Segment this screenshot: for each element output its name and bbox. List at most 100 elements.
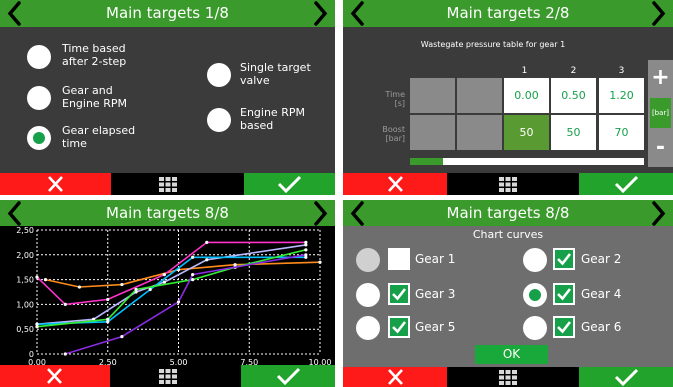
data-point [77,285,82,289]
data-point [162,273,166,277]
decrement-button[interactable]: - [648,132,673,164]
table-cell-time[interactable]: 0.50 [551,78,596,113]
option-label: Gear and Engine RPM [62,84,127,110]
x-icon [48,176,63,192]
column-header: 3 [618,66,625,76]
radio-button[interactable] [27,45,51,69]
radio-button[interactable] [356,316,380,340]
data-point [318,260,322,264]
confirm-button[interactable] [244,173,335,195]
radio-button-selected[interactable] [523,283,547,307]
data-point [162,280,166,284]
data-point [191,255,195,259]
y-tick-label: 2,00 [16,251,34,260]
section-title: Chart curves [472,228,544,241]
page-title: Main targets 1/8 [106,4,229,22]
column-header: 1 [521,66,528,76]
chevron-right-icon[interactable] [309,0,333,27]
increment-button[interactable]: + [648,62,673,94]
y-tick-label: 1,00 [16,300,34,309]
table-cell-empty[interactable] [457,115,502,150]
side-control: + [bar] - [648,60,673,167]
confirm-button[interactable] [579,173,673,195]
chevron-right-icon[interactable] [647,200,671,227]
grid-icon [158,177,177,192]
data-point [63,352,67,356]
check-icon [614,368,639,387]
chevron-right-icon[interactable] [647,0,671,27]
menu-button[interactable] [497,367,519,387]
checkbox-checked[interactable] [388,283,410,305]
y-tick-label: 1,50 [16,276,34,285]
radio-button[interactable] [27,86,51,110]
data-point [176,300,181,304]
data-point [43,278,48,282]
x-icon [388,176,403,192]
cancel-button[interactable] [0,173,111,195]
radio-button[interactable] [523,316,547,340]
check-icon [392,321,407,334]
radio-button[interactable] [356,283,380,307]
gear-label: Gear 5 [415,320,456,334]
data-point [304,248,308,252]
option-label: Engine RPM based [240,106,305,132]
header-bar: Main targets 2/8 [343,0,673,27]
data-point [304,253,308,257]
chevron-right-icon[interactable] [309,200,333,227]
gear-label: Gear 6 [581,320,622,334]
ok-button[interactable]: OK [475,345,548,364]
table-cell-empty[interactable] [410,115,455,150]
radio-button-disabled[interactable] [356,248,380,272]
data-point [191,273,195,277]
curves-chart: 00,501,001,502,002,500,00 2,50 5,00 7,50 10,… [16,226,331,367]
menu-button[interactable] [157,173,179,195]
panel-main-targets-2: Main targets 2/8 Wastegate pressure tabl… [343,0,673,195]
table-cell-boost-selected[interactable]: 50 [504,115,549,150]
confirm-button[interactable] [579,367,673,387]
checkbox-checked[interactable] [553,283,575,305]
cancel-button[interactable] [343,367,447,387]
table-cell-empty[interactable] [457,78,502,113]
menu-button[interactable] [157,365,179,387]
radio-button[interactable] [523,248,547,272]
option-label: Time based after 2-step [62,42,127,68]
option-label: Gear elapsed time [62,124,136,150]
table-cell-boost[interactable]: 70 [599,115,644,150]
cancel-button[interactable] [0,365,110,387]
header-bar: Main targets 8/8 [0,200,335,226]
table-cell-empty[interactable] [410,78,455,113]
data-point [304,243,308,247]
radio-button[interactable] [207,108,231,132]
cancel-button[interactable] [343,173,447,195]
confirm-button[interactable] [241,365,335,387]
checkbox-unchecked[interactable] [388,248,410,270]
gear-label: Gear 4 [581,287,622,301]
checkbox-checked[interactable] [388,316,410,338]
check-icon [277,175,302,194]
row-label-time: Time [s] [385,90,405,108]
x-icon [47,368,62,384]
data-point [205,258,209,262]
option-label: Single target valve [240,61,311,87]
data-point [106,317,110,321]
table-cell-time[interactable]: 0.00 [504,78,549,113]
check-icon [614,175,639,194]
panel-chart: Main targets 8/8 0 0,50 1,00 1,50 2,00 2,50 0,… [0,200,335,387]
series-line-4 [36,256,306,325]
row-label-boost: Boost [bar] [382,125,405,143]
radio-button-selected[interactable] [27,126,51,150]
data-point [148,287,152,292]
y-tick-label: 0,50 [16,325,34,334]
checkbox-checked[interactable] [553,248,575,270]
header-bar: Main targets 8/8 [343,200,673,226]
page-title: Main targets 8/8 [446,204,570,222]
table-cell-time[interactable]: 1.20 [599,78,644,113]
data-point [120,335,124,339]
checkbox-checked[interactable] [553,316,575,338]
table-cell-boost[interactable]: 50 [551,115,596,150]
page-title: Main targets 8/8 [106,204,229,222]
radio-button[interactable] [207,63,231,87]
menu-button[interactable] [497,173,519,195]
bottom-bar [343,367,673,387]
data-point [35,325,39,329]
